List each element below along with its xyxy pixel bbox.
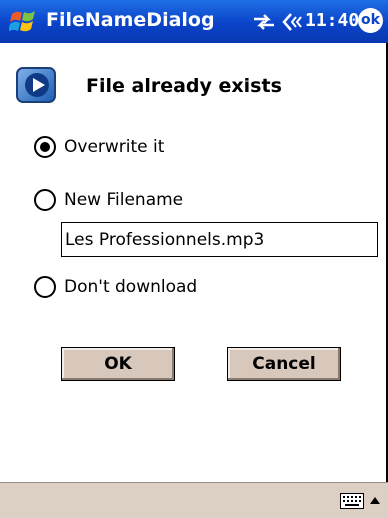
dialog-heading: File already exists <box>86 75 282 97</box>
clock[interactable]: 11:40 <box>305 10 359 31</box>
connectivity-icon[interactable] <box>252 11 276 33</box>
ok-button[interactable]: OK <box>61 347 175 381</box>
title-bar: FileNameDialog 11:40 ok <box>0 0 388 43</box>
radio-dont-download-label: Don't download <box>64 277 198 297</box>
keyboard-icon[interactable] <box>340 493 364 509</box>
filename-input[interactable] <box>61 222 378 257</box>
radio-overwrite-label: Overwrite it <box>64 137 165 157</box>
media-player-icon <box>16 67 56 103</box>
radio-dont-download-button[interactable] <box>34 276 56 298</box>
app-title: FileNameDialog <box>46 9 215 31</box>
radio-overwrite-button[interactable] <box>34 136 56 158</box>
radio-new-filename-label: New Filename <box>64 190 184 210</box>
sip-arrow-up-icon[interactable] <box>370 496 380 504</box>
title-ok-button[interactable]: ok <box>358 8 383 33</box>
windows-start-flag-icon[interactable] <box>9 7 39 37</box>
volume-icon[interactable] <box>282 11 302 33</box>
bottom-menu-bar <box>0 482 388 518</box>
radio-new-filename-button[interactable] <box>34 189 56 211</box>
cancel-button[interactable]: Cancel <box>227 347 341 381</box>
